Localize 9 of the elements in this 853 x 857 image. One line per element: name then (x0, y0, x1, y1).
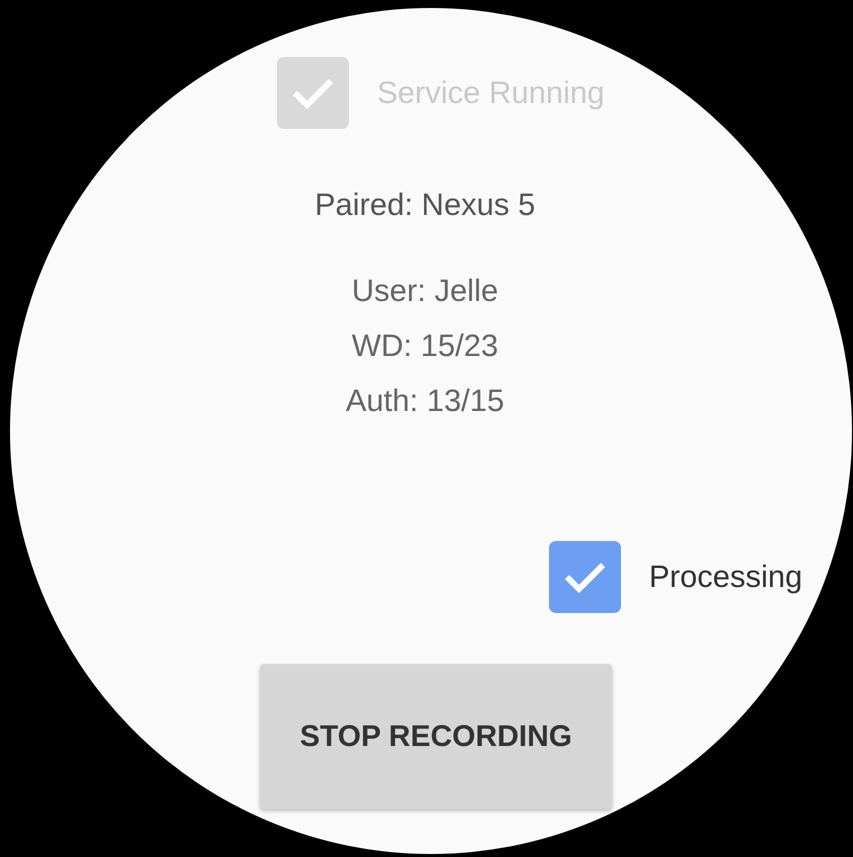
info-text: WD: 15/23 (352, 327, 498, 365)
checkmark-icon (563, 560, 607, 594)
checkmark-icon (291, 76, 335, 110)
checkbox[interactable] (549, 541, 621, 613)
info-text: User: Jelle (352, 272, 498, 310)
checkbox-label: Processing (649, 559, 802, 595)
stop-recording-button[interactable]: STOP RECORDING (260, 664, 612, 809)
paired-device-text: Paired: Nexus 5 (314, 187, 536, 223)
info-text: Auth: 13/15 (346, 382, 504, 420)
